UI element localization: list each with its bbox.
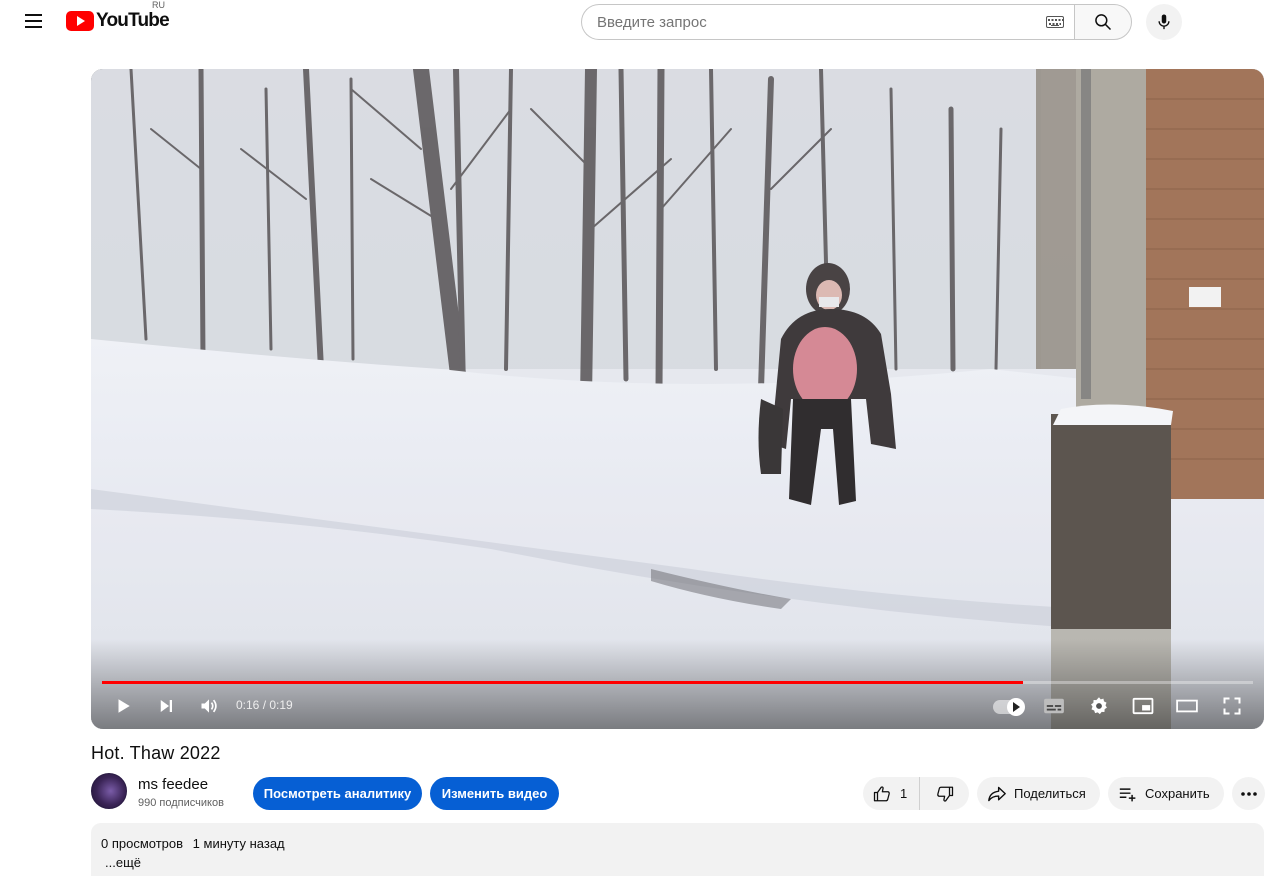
menu-icon[interactable] <box>16 8 50 34</box>
share-button[interactable]: Поделиться <box>977 777 1100 810</box>
video-title: Hot. Thaw 2022 <box>91 743 221 763</box>
channel-name[interactable]: ms feedee <box>138 776 208 793</box>
description-meta: 0 просмотров 1 минуту назад <box>101 836 285 851</box>
subscriber-count: 990 подписчиков <box>138 797 224 809</box>
upload-time: 1 минуту назад <box>192 836 285 851</box>
thumbs-up-icon <box>873 785 890 801</box>
next-button[interactable] <box>151 691 181 721</box>
time-display: 0:16 / 0:19 <box>236 698 293 712</box>
progress-bar[interactable] <box>102 681 1253 684</box>
progress-bar-played <box>102 681 1023 684</box>
more-horizontal-icon <box>1240 791 1257 796</box>
logo-text: YouTube <box>96 10 170 31</box>
search-bar <box>581 4 1132 40</box>
add-to-playlist-icon <box>1119 787 1136 801</box>
keyboard-icon[interactable] <box>1046 16 1064 28</box>
save-button[interactable]: Сохранить <box>1108 777 1224 810</box>
autoplay-toggle[interactable] <box>993 698 1025 716</box>
search-box <box>581 4 1074 40</box>
volume-icon <box>201 699 217 713</box>
thumbs-down-icon <box>936 786 953 802</box>
show-more-link[interactable]: ...ещё <box>105 855 141 870</box>
like-dislike-group: 1 <box>863 777 969 810</box>
view-analytics-button[interactable]: Посмотреть аналитику <box>253 777 422 810</box>
play-button[interactable] <box>108 691 138 721</box>
share-icon <box>988 786 1006 801</box>
youtube-play-logo-icon <box>66 11 94 31</box>
theater-mode-button[interactable] <box>1172 691 1202 721</box>
share-label: Поделиться <box>1014 786 1086 801</box>
edit-video-button[interactable]: Изменить видео <box>430 777 559 810</box>
youtube-logo[interactable]: YouTube <box>66 8 170 34</box>
more-actions-button[interactable] <box>1232 777 1265 810</box>
autoplay-play-icon <box>1013 702 1020 712</box>
search-icon <box>1095 14 1112 31</box>
like-button[interactable]: 1 <box>863 777 921 810</box>
fullscreen-icon <box>1223 697 1241 715</box>
next-icon <box>160 700 172 712</box>
settings-button[interactable] <box>1084 691 1114 721</box>
search-button[interactable] <box>1074 4 1132 40</box>
theater-icon <box>1176 699 1198 713</box>
subtitles-icon <box>1044 698 1064 714</box>
search-input[interactable] <box>597 13 1046 31</box>
channel-avatar[interactable] <box>91 773 127 809</box>
miniplayer-button[interactable] <box>1128 691 1158 721</box>
volume-button[interactable] <box>194 691 224 721</box>
video-frame <box>91 69 1264 729</box>
masthead: YouTube RU <box>0 0 1280 48</box>
gear-icon <box>1091 697 1107 715</box>
fullscreen-button[interactable] <box>1217 691 1247 721</box>
view-count: 0 просмотров <box>101 836 184 851</box>
microphone-icon <box>1158 14 1170 30</box>
description-box[interactable]: 0 просмотров 1 минуту назад ...ещё <box>91 823 1264 876</box>
dislike-button[interactable] <box>920 777 969 810</box>
miniplayer-icon <box>1132 697 1154 715</box>
play-icon <box>118 699 130 713</box>
like-count: 1 <box>900 786 908 801</box>
voice-search-button[interactable] <box>1146 4 1182 40</box>
subtitles-button[interactable] <box>1039 691 1069 721</box>
save-label: Сохранить <box>1145 786 1210 801</box>
video-player[interactable]: 0:16 / 0:19 <box>91 69 1264 729</box>
country-code: RU <box>152 0 165 10</box>
